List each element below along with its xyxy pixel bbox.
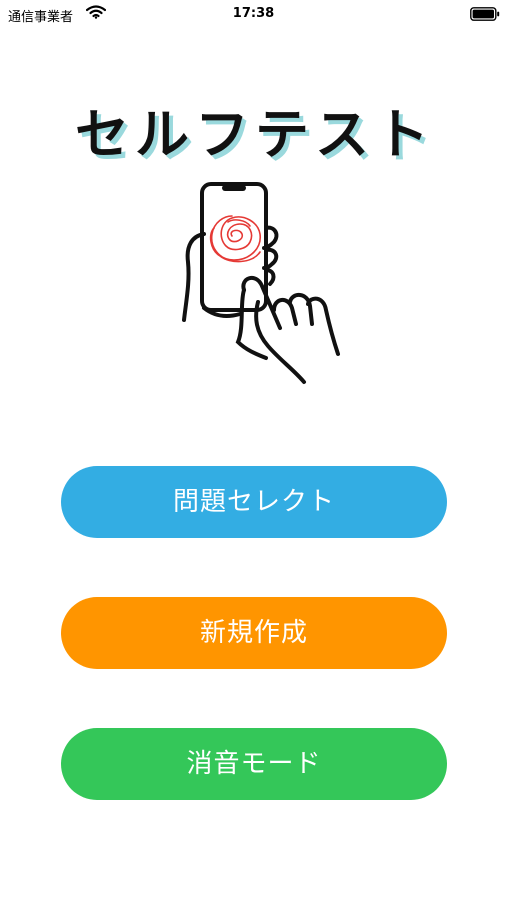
app-title: セルフテスト bbox=[75, 103, 435, 166]
status-time: 17:38 bbox=[232, 6, 275, 21]
status-bar: 通信事業者 17:38 bbox=[0, 0, 507, 30]
select-question-button[interactable]: 問題セレクト bbox=[61, 466, 447, 538]
mute-mode-button[interactable]: 消音モード bbox=[61, 728, 447, 800]
create-new-button[interactable]: 新規作成 bbox=[61, 597, 447, 669]
hand-holding-phone-icon bbox=[182, 182, 340, 384]
battery-icon bbox=[470, 7, 500, 21]
